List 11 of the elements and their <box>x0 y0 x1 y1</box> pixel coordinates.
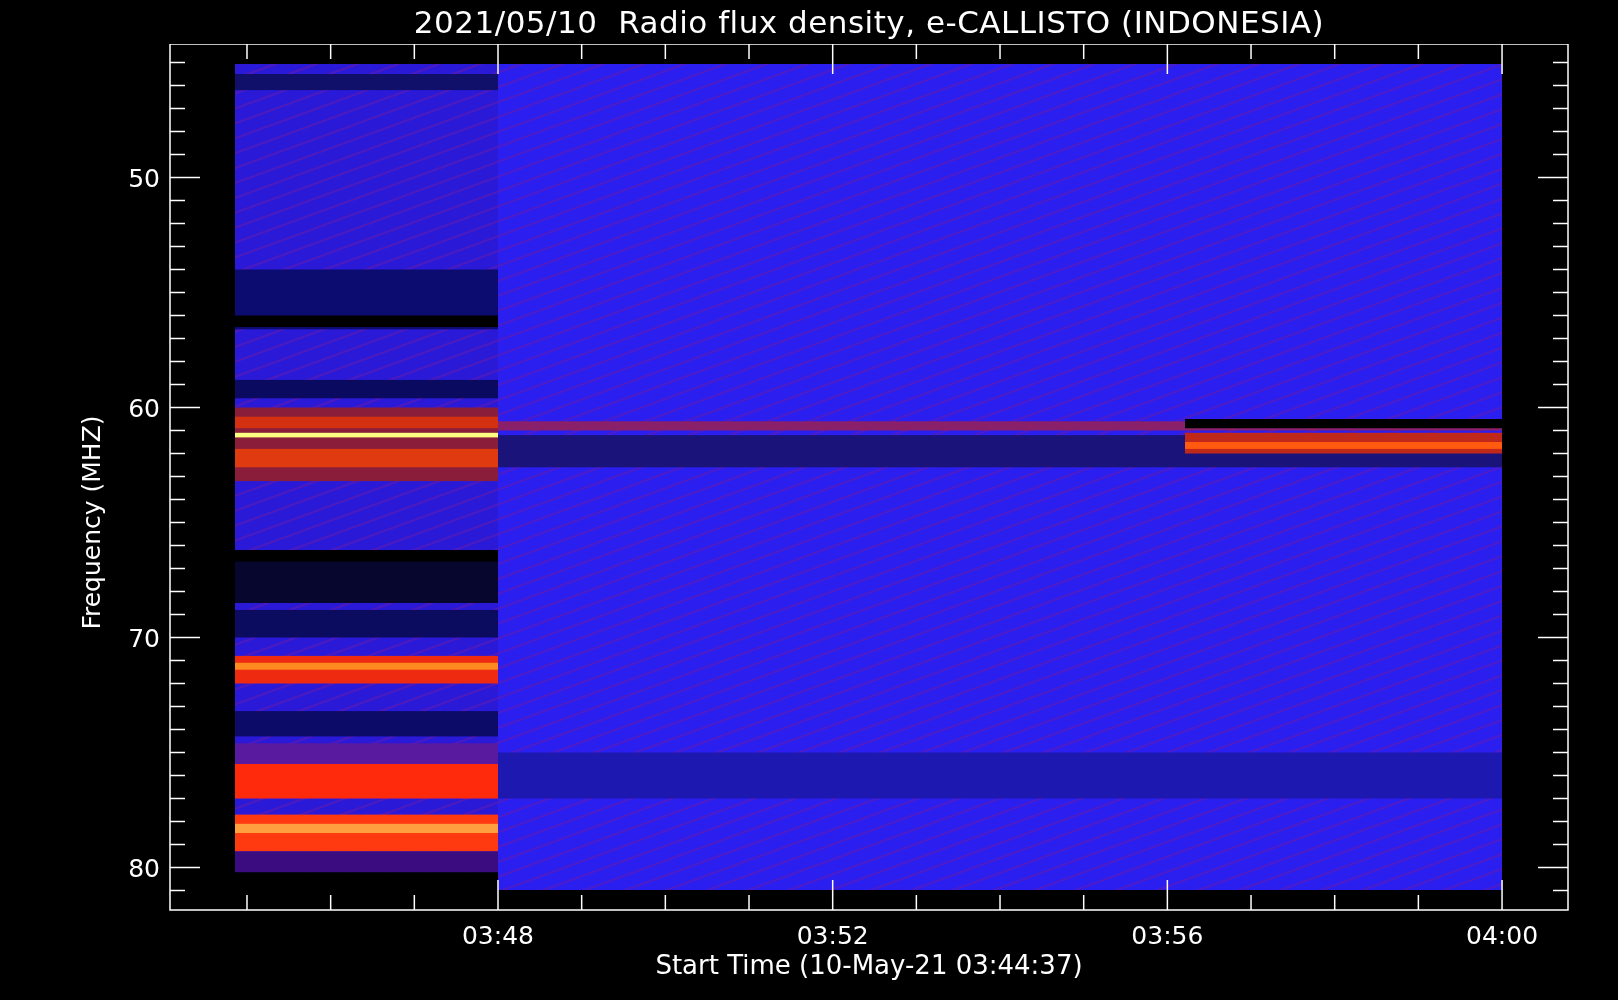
x-tick-label: 03:48 <box>462 921 534 950</box>
x-tick-label: 04:00 <box>1466 921 1539 950</box>
y-axis-label: Frequency (MHZ) <box>77 415 106 630</box>
x-axis-label: Start Time (10-May-21 03:44:37) <box>655 950 1083 980</box>
y-tick-label: 50 <box>128 163 160 193</box>
y-tick-label: 60 <box>128 393 160 423</box>
y-tick-label: 80 <box>128 853 160 883</box>
x-tick-label: 03:52 <box>796 921 869 950</box>
x-tick-label: 03:56 <box>1131 921 1204 950</box>
y-tick-label: 70 <box>128 623 160 653</box>
chart-title: 2021/05/10 Radio flux density, e-CALLISTO (INDONESIA) <box>413 4 1325 40</box>
